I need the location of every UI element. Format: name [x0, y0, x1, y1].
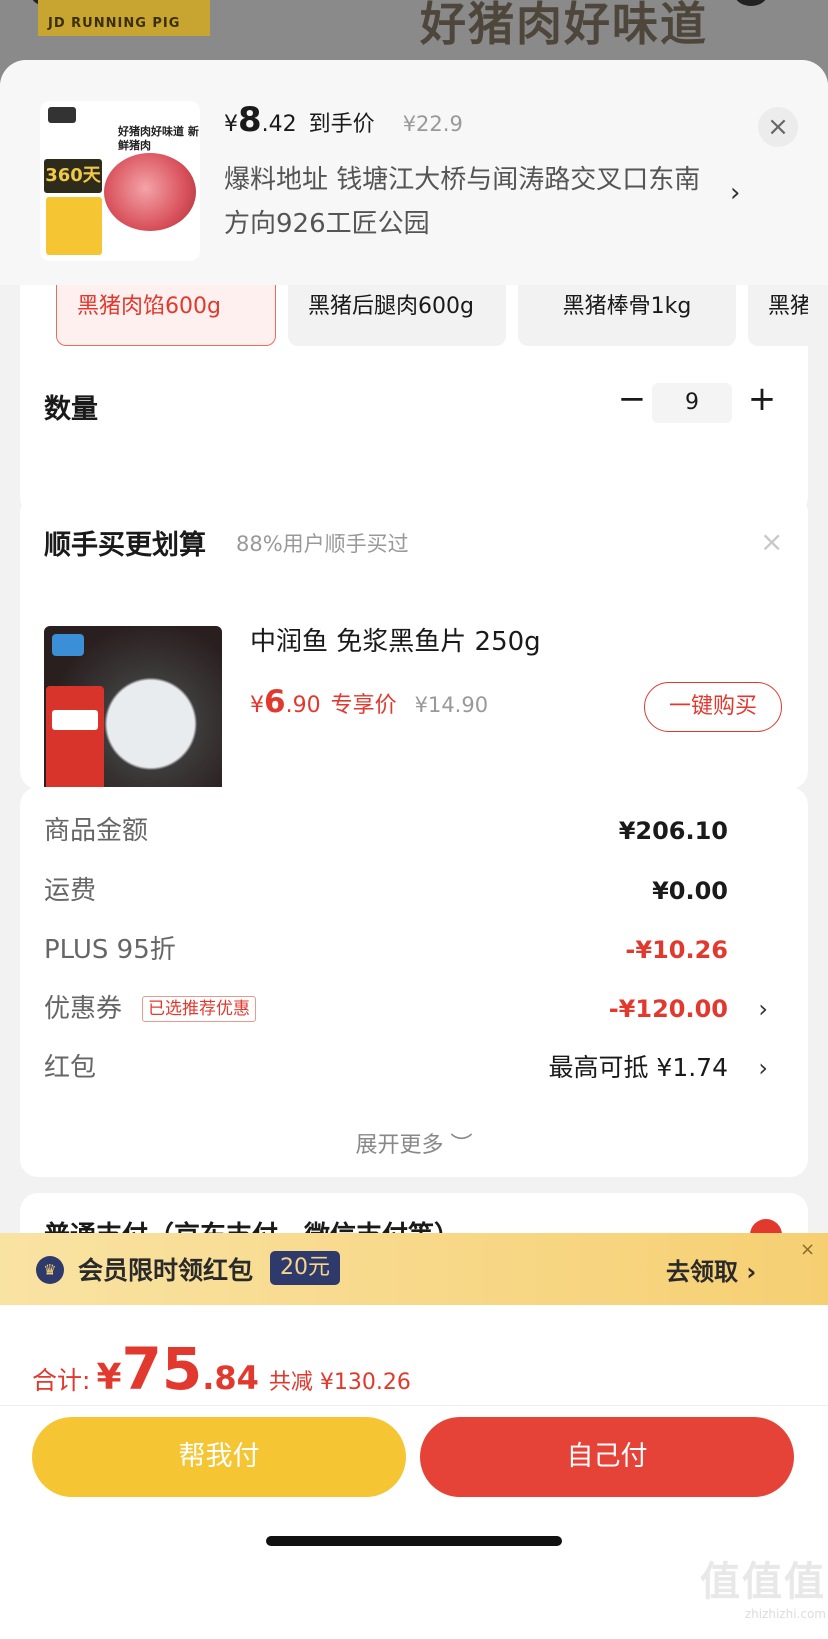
- bundle-card: 顺手买更划算 88%用户顺手买过 × 中润鱼 免浆黑鱼片 250g ¥ 6 .9…: [20, 495, 808, 804]
- bundle-price-integer: 6: [264, 684, 286, 720]
- background-brand-logo: JD RUNNING PIG: [38, 0, 210, 36]
- summary-row-shipping: 运费 ¥0.00: [44, 871, 784, 911]
- quantity-minus-button[interactable]: −: [612, 380, 652, 420]
- total-integer: 75: [121, 1335, 203, 1403]
- bundle-price-tag: 专享价: [330, 693, 397, 718]
- bundle-close-icon[interactable]: ×: [760, 525, 783, 558]
- summary-value: ¥0.00: [652, 877, 728, 905]
- summary-value: ¥206.10: [618, 817, 728, 845]
- thumb-badge: 360天: [44, 159, 102, 193]
- bundle-product-name[interactable]: 中润鱼 免浆黑鱼片 250g: [250, 621, 541, 658]
- bundle-price: ¥ 6 .90 专享价 ¥14.90: [250, 684, 488, 720]
- summary-label: PLUS 95折: [44, 935, 176, 965]
- total-currency: ¥: [96, 1357, 122, 1398]
- expand-more-button[interactable]: 展开更多 ︶: [20, 1127, 808, 1159]
- fish-package-label: [46, 686, 104, 796]
- price-decimal: .42: [261, 112, 297, 137]
- home-indicator[interactable]: [266, 1536, 562, 1546]
- coupon-badge: 已选推荐优惠: [142, 996, 256, 1022]
- quantity-input[interactable]: 9: [652, 383, 732, 423]
- summary-value: 最高可抵 ¥1.74: [548, 1053, 728, 1082]
- sheet-header: 好猪肉好味道 新鲜猪肉 360天 ¥ 8 .42 到手价 ¥22.9 爆料地址 …: [0, 60, 828, 285]
- one-click-buy-button[interactable]: 一键购买: [644, 682, 782, 732]
- final-price: ¥ 8 .42 到手价 ¥22.9: [224, 100, 463, 140]
- member-claim-button[interactable]: 去领取 ›: [666, 1252, 756, 1287]
- pay-myself-button[interactable]: 自己付: [420, 1417, 794, 1497]
- thumb-title: 好猪肉好味道 新鲜猪肉: [118, 125, 199, 152]
- close-button[interactable]: ×: [758, 107, 798, 147]
- summary-label: 红包: [44, 1053, 97, 1083]
- chevron-right-icon[interactable]: ›: [730, 178, 740, 208]
- spec-option-selected[interactable]: 黑猪肉馅600g: [56, 280, 276, 346]
- order-total: 合计: ¥ 75 .84 共减 ¥130.26: [32, 1335, 411, 1403]
- summary-row-coupon[interactable]: 优惠券 已选推荐优惠 -¥120.00 ›: [44, 989, 784, 1029]
- summary-row-plus-discount: PLUS 95折 -¥10.26: [44, 930, 784, 970]
- watermark: 值值值 zhizhizhi.com: [676, 1549, 826, 1621]
- total-decimal: .84: [202, 1359, 259, 1397]
- spec-option[interactable]: 黑猪棒骨1kg: [518, 280, 736, 346]
- total-label: 合计:: [32, 1366, 91, 1395]
- price-summary-card: 商品金额 ¥206.10 运费 ¥0.00 PLUS 95折 -¥10.26 优…: [20, 787, 808, 1177]
- bundle-original-price: ¥14.90: [414, 693, 489, 717]
- summary-row-goods: 商品金额 ¥206.10: [44, 811, 784, 851]
- help-me-pay-button[interactable]: 帮我付: [32, 1417, 406, 1497]
- chevron-right-icon[interactable]: ›: [758, 1048, 768, 1088]
- watermark-logo: 值值值: [700, 1559, 826, 1605]
- report-address[interactable]: 爆料地址 钱塘江大桥与闻涛路交叉口东南方向926工匠公园: [224, 158, 704, 246]
- spec-options: 黑猪肉馅600g 黑猪后腿肉600g 黑猪棒骨1kg 黑猪: [56, 280, 808, 346]
- bundle-subtitle: 88%用户顺手买过: [236, 532, 409, 556]
- thumb-meat-image: [104, 153, 196, 231]
- summary-label: 运费: [44, 876, 97, 906]
- price-currency: ¥: [224, 112, 238, 137]
- watermark-site: zhizhizhi.com: [744, 1607, 826, 1621]
- spec-option[interactable]: 黑猪: [748, 280, 808, 346]
- fish-brand-icon: [52, 634, 84, 656]
- thumb-brand-icon: [48, 107, 76, 123]
- price-integer: 8: [238, 100, 262, 140]
- quantity-plus-button[interactable]: +: [742, 380, 782, 420]
- background-menu-button: [734, 0, 768, 6]
- quantity-label: 数量: [44, 394, 98, 425]
- fish-price-sticker: [52, 710, 98, 730]
- summary-label: 优惠券: [44, 994, 123, 1024]
- product-thumbnail: 好猪肉好味道 新鲜猪肉 360天: [40, 101, 200, 261]
- summary-value: -¥120.00: [608, 995, 728, 1023]
- price-tag: 到手价: [308, 112, 375, 137]
- member-banner-amount: 20元: [270, 1251, 340, 1285]
- summary-value: -¥10.26: [625, 936, 728, 964]
- crown-icon: ♛: [36, 1256, 64, 1284]
- background-slogan: 好猪肉好味道: [420, 0, 708, 51]
- thumb-info-panel: [46, 197, 102, 255]
- member-banner-text: 会员限时领红包: [78, 1256, 254, 1285]
- fish-product-image[interactable]: [44, 626, 222, 804]
- original-price: ¥22.9: [402, 112, 463, 136]
- checkout-bottom-bar: 合计: ¥ 75 .84 共减 ¥130.26 帮我付 自己付 值值值 zhiz…: [0, 1305, 828, 1639]
- total-saved: 共减 ¥130.26: [268, 1370, 411, 1395]
- member-red-packet-banner[interactable]: ♛ 会员限时领红包 20元 去领取 › ×: [0, 1233, 828, 1305]
- bundle-price-decimal: .90: [285, 693, 321, 718]
- chevron-right-icon[interactable]: ›: [758, 989, 768, 1029]
- summary-label: 商品金额: [44, 816, 149, 846]
- spec-card: 黑猪肉馅600g 黑猪后腿肉600g 黑猪棒骨1kg 黑猪 数量 − 9 +: [20, 250, 808, 515]
- bundle-price-currency: ¥: [250, 693, 264, 718]
- summary-row-red-packet[interactable]: 红包 最高可抵 ¥1.74 ›: [44, 1048, 784, 1088]
- divider: [0, 1405, 828, 1406]
- member-banner-close-icon[interactable]: ×: [800, 1239, 815, 1260]
- spec-option[interactable]: 黑猪后腿肉600g: [288, 280, 506, 346]
- bundle-title: 顺手买更划算: [44, 530, 206, 561]
